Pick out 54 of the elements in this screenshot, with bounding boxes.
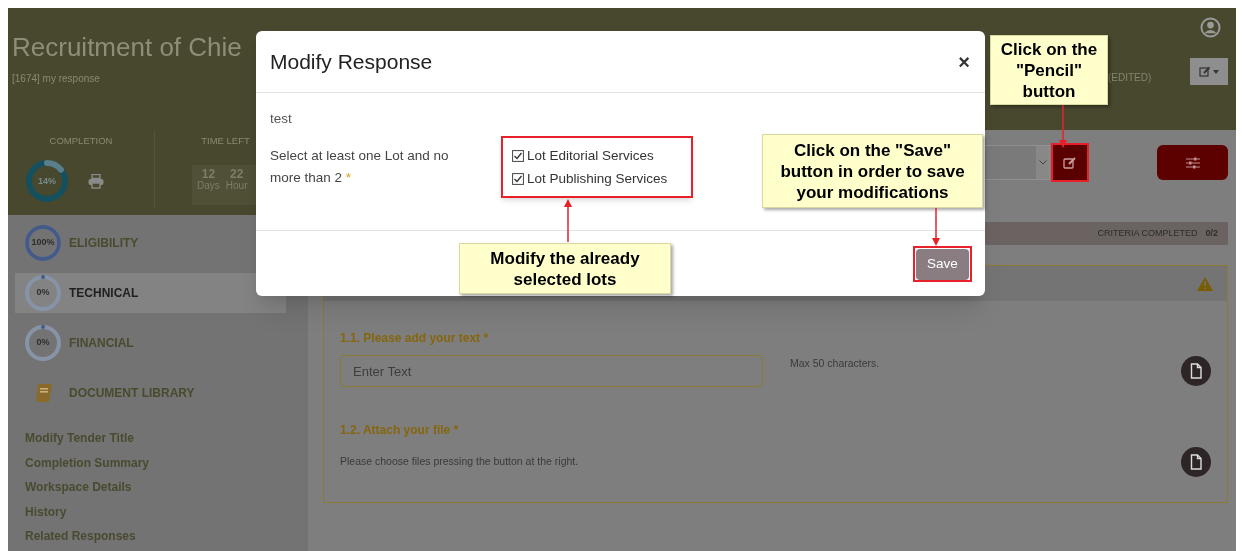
chevron-icon [1038, 160, 1047, 165]
close-button[interactable]: × [958, 51, 970, 72]
time-left-label: TIME LEFT [201, 134, 250, 148]
question-label: 1.1. Please add your text * [340, 330, 490, 347]
progress-percent: 0% [36, 286, 50, 300]
response-subtitle: [1674] my response [12, 72, 100, 86]
arrow [1059, 105, 1067, 148]
sidebar-item[interactable]: 100% ELIGIBILITY [15, 223, 286, 263]
sidebar-item[interactable]: 0% TECHNICAL [15, 273, 286, 313]
filter-button[interactable] [1157, 145, 1228, 180]
callout-note: Modify the already selected lots [459, 243, 671, 294]
book-icon [33, 382, 55, 404]
lot-checkbox[interactable]: Lot Publishing Services [512, 168, 668, 189]
save-button[interactable]: Save [916, 249, 969, 280]
caret-icon [1213, 69, 1219, 74]
sliders-icon [1185, 156, 1200, 169]
callout-note: Click on the "Save" button in order to save your modifications [762, 134, 983, 208]
criteria-label: CRITERIA COMPLETED [1097, 226, 1198, 240]
document-icon [1181, 356, 1211, 386]
pencil-icon [1062, 156, 1077, 169]
highlight-frame [1051, 143, 1089, 182]
highlight-frame [913, 246, 972, 282]
pencil-button[interactable] [1052, 145, 1087, 180]
description-text: test [270, 110, 293, 128]
printer-icon [88, 173, 104, 189]
sidebar-item[interactable]: 0% FINANCIAL [15, 323, 286, 363]
arrow [932, 208, 940, 246]
completion-label: COMPLETION [49, 134, 113, 148]
callout-note: Click on the "Pencil" button [990, 35, 1108, 105]
modal-title: Modify Response [270, 48, 433, 75]
sidebar-link[interactable]: History [25, 502, 67, 521]
lot-checkbox[interactable]: Lot Editorial Services [512, 145, 654, 166]
progress-percent: 0% [36, 336, 50, 350]
sidebar-link[interactable]: Related Responses [25, 527, 136, 546]
question-text: Select at least one Lot and no more than 2 * [270, 147, 450, 187]
user-icon [1200, 17, 1221, 38]
text-input[interactable]: Enter Text [340, 355, 763, 387]
progress-percent: 100% [31, 236, 55, 250]
pencil-icon [1199, 66, 1211, 77]
edit-menu-button[interactable] [1190, 58, 1228, 85]
warning-icon [1197, 276, 1213, 291]
edited-status: (EDITED) [1108, 71, 1152, 85]
sidebar-link[interactable]: Workspace Details [25, 478, 132, 497]
criteria-count: 0/2 [1205, 226, 1218, 240]
hint-text: Max 50 characters. [790, 356, 880, 371]
page-title: Recruitment of Chie [12, 31, 242, 64]
arrow [564, 199, 572, 242]
document-icon [1181, 447, 1211, 477]
sidebar-link[interactable]: Modify Tender Title [25, 429, 134, 448]
question-label: 1.2. Attach your file * [340, 422, 460, 439]
completion-percent: 14% [38, 174, 56, 188]
hint-text: Please choose files pressing the button at the right. [340, 454, 579, 470]
sidebar-item[interactable]: DOCUMENT LIBRARY [15, 373, 286, 413]
sidebar-link[interactable]: Completion Summary [25, 453, 150, 472]
